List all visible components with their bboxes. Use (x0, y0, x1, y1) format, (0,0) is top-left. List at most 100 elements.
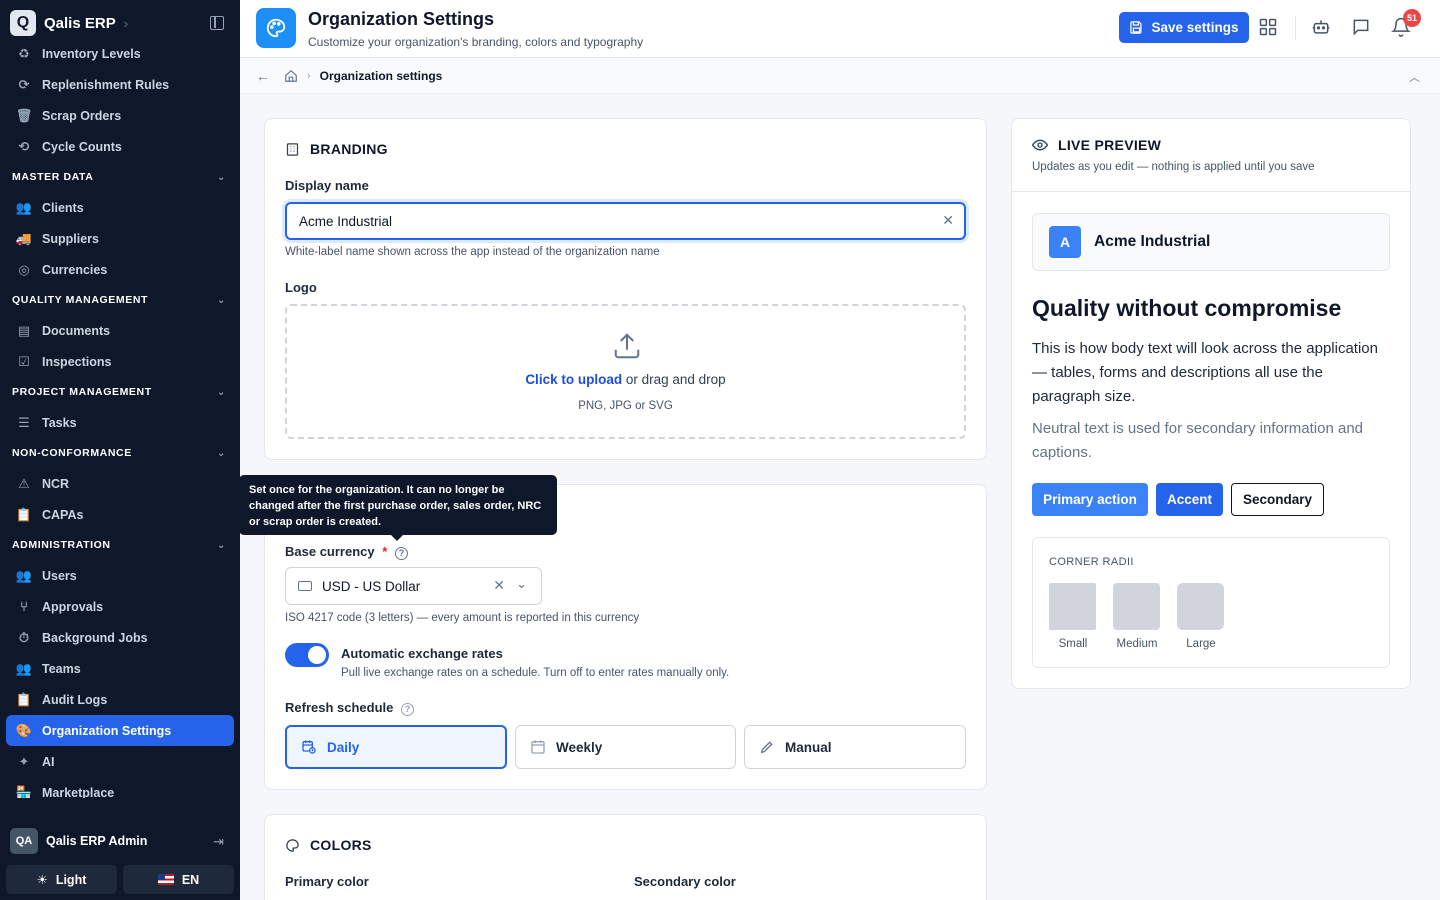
calendar-icon (531, 740, 545, 754)
colors-card: COLORS Primary color Secondary color (264, 814, 987, 900)
section-title: ADMINISTRATION (12, 539, 111, 551)
logo-dropzone[interactable]: Click to upload or drag and drop PNG, JP… (285, 304, 966, 439)
section-master-data[interactable]: MASTER DATA ⌄ (0, 162, 240, 192)
section-project-management[interactable]: PROJECT MANAGEMENT ⌄ (0, 377, 240, 407)
help-circle-icon[interactable]: ? (401, 703, 414, 716)
primary-color-label: Primary color (285, 874, 369, 889)
brand[interactable]: Q Qalis ERP › (10, 10, 230, 36)
sidebar-item-currencies[interactable]: ◎ Currencies (6, 254, 234, 285)
sidebar-item-marketplace[interactable]: 🏪 Marketplace (6, 777, 234, 799)
section-quality-management[interactable]: QUALITY MANAGEMENT ⌄ (0, 285, 240, 315)
back-arrow-icon[interactable]: ← (256, 68, 270, 84)
timer-icon: ⏱ (18, 629, 30, 645)
preview-muted-text: Neutral text is used for secondary infor… (1032, 420, 1364, 461)
sidebar-item-suppliers[interactable]: 🚚 Suppliers (6, 223, 234, 254)
base-currency-select[interactable]: USD - US Dollar ✕ ⌄ (285, 567, 542, 605)
display-name-value: Acme Industrial (299, 213, 393, 229)
schedule-option-weekly[interactable]: Weekly (515, 725, 736, 769)
radius-large-label: Large (1186, 638, 1216, 650)
chevron-down-icon: ⌄ (217, 386, 226, 398)
home-icon[interactable] (284, 69, 298, 83)
header-divider (1295, 16, 1296, 40)
page-header: Organization Settings Customize your org… (240, 0, 1440, 58)
colors-heading: COLORS (285, 837, 372, 853)
sidebar-item-ncr[interactable]: ⚠ NCR (6, 468, 234, 499)
sidebar-item-inspections[interactable]: ☑ Inspections (6, 346, 234, 377)
theme-toggle[interactable]: ☀ Light (6, 865, 117, 894)
sidebar-item-label: Cycle Counts (42, 139, 122, 154)
store-icon: 🏪 (15, 784, 33, 799)
clear-icon[interactable]: ✕ (942, 212, 954, 229)
sidebar-item-cycle-counts[interactable]: ⟲ Cycle Counts (6, 131, 234, 162)
palette-icon (256, 8, 296, 48)
chevron-down-icon: ⌄ (217, 447, 226, 459)
radius-large-swatch (1177, 583, 1224, 630)
logo-label: Logo (285, 280, 317, 295)
sidebar-item-audit-logs[interactable]: 📋 Audit Logs (6, 684, 234, 715)
sidebar-item-inventory-levels[interactable]: ♻ Inventory Levels (6, 38, 234, 69)
section-administration[interactable]: ADMINISTRATION ⌄ (0, 530, 240, 560)
section-non-conformance[interactable]: NON-CONFORMANCE ⌄ (0, 438, 240, 468)
display-name-label: Display name (285, 178, 369, 193)
user-menu[interactable]: QA Qalis ERP Admin ⇥ (10, 828, 230, 854)
sidebar-item-scrap-orders[interactable]: 🗑 Scrap Orders (6, 100, 234, 131)
clear-icon[interactable]: ✕ (493, 577, 505, 594)
preview-secondary-button: Secondary (1231, 483, 1324, 516)
live-preview-subtitle: Updates as you edit — nothing is applied… (1032, 161, 1315, 173)
sidebar-item-organization-settings[interactable]: 🎨 Organization Settings (6, 715, 234, 746)
sidebar-item-users[interactable]: 👥 Users (6, 560, 234, 591)
git-branch-icon: ⑂ (20, 599, 28, 614)
sidebar-item-label: Users (42, 568, 77, 583)
sidebar-item-label: Tasks (42, 415, 77, 430)
language-label: EN (181, 872, 200, 887)
preview-primary-button: Primary action (1032, 483, 1148, 516)
auto-exchange-toggle[interactable] (285, 643, 329, 667)
chevron-down-icon: ⌄ (217, 539, 226, 551)
preview-logo: A (1049, 226, 1081, 258)
robot-icon[interactable] (1311, 17, 1331, 37)
refresh-schedule-label-text: Refresh schedule (285, 700, 394, 715)
users-icon: 👥 (15, 567, 33, 583)
sidebar-item-approvals[interactable]: ⑂ Approvals (6, 591, 234, 622)
list-icon: ☰ (18, 414, 30, 430)
preview-accent-button: Accent (1156, 483, 1223, 516)
save-settings-button[interactable]: Save settings (1119, 12, 1249, 43)
sidebar-collapse-icon[interactable] (210, 16, 224, 30)
schedule-option-label: Manual (785, 739, 832, 755)
save-icon (1130, 21, 1142, 34)
sidebar-item-clients[interactable]: 👥 Clients (6, 192, 234, 223)
avatar: QA (10, 828, 38, 854)
chat-icon[interactable] (1351, 17, 1371, 37)
sidebar-item-background-jobs[interactable]: ⏱ Background Jobs (6, 622, 234, 653)
theme-label: Light (55, 872, 87, 887)
live-preview-heading-text: LIVE PREVIEW (1058, 137, 1162, 153)
help-circle-icon[interactable]: ? (394, 547, 408, 560)
apps-grid-icon[interactable] (1258, 17, 1278, 37)
sidebar-item-label: Clients (42, 200, 84, 215)
colors-heading-text: COLORS (310, 837, 372, 853)
sidebar-item-label: Replenishment Rules (42, 77, 170, 92)
refresh-icon: ⟲ (18, 138, 30, 154)
required-mark: * (382, 544, 388, 559)
schedule-option-manual[interactable]: Manual (744, 725, 966, 769)
sidebar-item-capas[interactable]: 📋 CAPAs (6, 499, 234, 530)
auto-exchange-label: Automatic exchange rates (341, 646, 503, 661)
language-select[interactable]: EN (123, 865, 234, 894)
schedule-option-daily[interactable]: Daily (285, 725, 507, 769)
sidebar-item-label: NCR (42, 476, 70, 491)
chevron-down-icon[interactable]: ⌄ (516, 576, 527, 592)
display-name-field[interactable]: Acme Industrial ✕ (285, 202, 966, 240)
sun-icon: ☀ (36, 873, 48, 887)
logout-icon[interactable]: ⇥ (213, 834, 224, 850)
base-currency-help: ISO 4217 code (3 letters) — every amount… (285, 612, 640, 624)
chevron-up-icon[interactable]: ︿ (1409, 69, 1420, 85)
upload-link[interactable]: Click to upload (525, 372, 622, 387)
sidebar-item-tasks[interactable]: ☰ Tasks (6, 407, 234, 438)
sidebar-item-teams[interactable]: 👥 Teams (6, 653, 234, 684)
sidebar-item-replenishment-rules[interactable]: ⟳ Replenishment Rules (6, 69, 234, 100)
chevron-down-icon: ⌄ (217, 171, 226, 183)
sidebar-item-label: CAPAs (42, 507, 84, 522)
display-name-help: White-label name shown across the app in… (285, 246, 660, 258)
sidebar-item-documents[interactable]: ▤ Documents (6, 315, 234, 346)
sidebar-item-ai[interactable]: ✦ AI (6, 746, 234, 777)
